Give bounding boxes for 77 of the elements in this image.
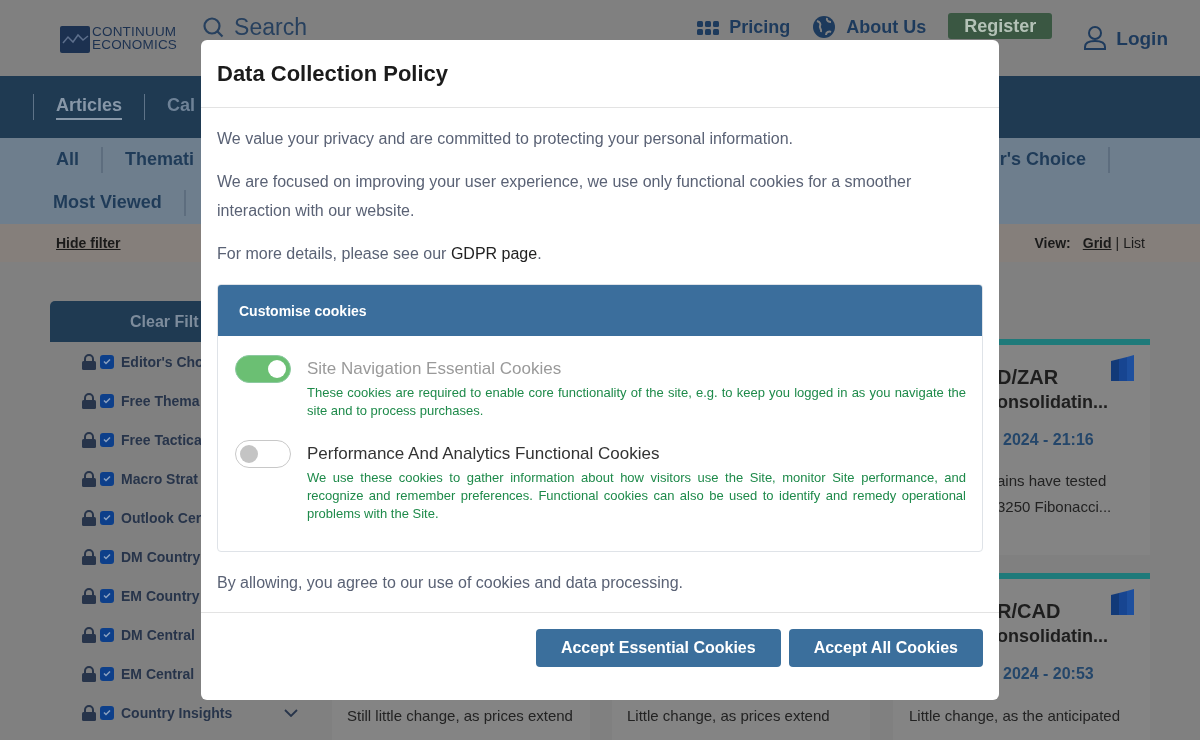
filter-label[interactable]: DM Central bbox=[121, 626, 195, 643]
paragraph: For more details, please see our GDPR page. bbox=[217, 244, 543, 264]
logo-text: CONTINUUM ECONOMICS bbox=[92, 25, 178, 51]
nav-tab[interactable]: Cal bbox=[167, 94, 196, 120]
user-icon bbox=[1084, 25, 1107, 51]
checkmark-icon bbox=[103, 670, 111, 677]
dialog-title: Data Collection Policy bbox=[217, 60, 449, 87]
filter-tab[interactable]: All bbox=[56, 149, 79, 170]
checkmark-icon bbox=[103, 709, 111, 716]
search-field[interactable]: Search bbox=[234, 15, 307, 39]
grid-icon bbox=[697, 19, 720, 35]
checkmark-icon bbox=[103, 631, 111, 638]
checkbox[interactable] bbox=[100, 666, 114, 681]
toggle-switch[interactable] bbox=[235, 440, 291, 468]
view-label: View: bbox=[1034, 235, 1071, 251]
checkbox[interactable] bbox=[100, 705, 114, 720]
checkmark-icon bbox=[103, 436, 111, 443]
checkbox[interactable] bbox=[100, 549, 114, 564]
bar-chart-icon bbox=[1111, 355, 1134, 381]
search-icon bbox=[203, 16, 225, 38]
checkbox[interactable] bbox=[100, 510, 114, 525]
nav-link[interactable]: About Us bbox=[846, 18, 927, 36]
nav-link[interactable]: Pricing bbox=[729, 18, 791, 36]
checkbox[interactable] bbox=[100, 627, 114, 642]
nav-tab[interactable]: Articles bbox=[56, 94, 123, 120]
option-label: Performance And Analytics Functional Cookies bbox=[307, 443, 661, 465]
card-title: D/ZAR bbox=[997, 365, 1059, 389]
filter-label[interactable]: DM Country bbox=[121, 548, 201, 565]
paragraph: We value your privacy and are committed to protecting your personal information. bbox=[217, 129, 794, 149]
separator: | bbox=[1115, 235, 1120, 251]
gdpr-link[interactable]: GDPR page bbox=[450, 245, 538, 262]
checkbox[interactable] bbox=[100, 588, 114, 603]
hide-filter-link[interactable]: Hide filter bbox=[56, 235, 121, 251]
bar-chart-icon bbox=[1111, 589, 1134, 615]
checkbox[interactable] bbox=[100, 354, 114, 369]
card-summary: ains have tested 3250 Fibonacci... bbox=[997, 471, 1113, 517]
filter-label[interactable]: Free Tactica bbox=[121, 431, 202, 448]
card-summary: Little change, as prices extend bbox=[626, 706, 831, 726]
checkmark-icon bbox=[103, 553, 111, 560]
option-label: Site Navigation Essential Cookies bbox=[307, 358, 563, 380]
view-option[interactable]: Grid bbox=[1082, 235, 1112, 251]
checkmark-icon bbox=[103, 475, 111, 482]
paragraph: We are focused on improving your user experience, we use only functional cookies for a smoother interaction with our website. bbox=[217, 172, 913, 221]
filter-tab[interactable]: Most Viewed bbox=[53, 192, 162, 213]
card-date: 2024 - 21:16 bbox=[1002, 431, 1095, 449]
card-title: R/CAD bbox=[997, 599, 1061, 623]
register-button[interactable]: Register bbox=[948, 13, 1053, 39]
consent-note: By allowing, you agree to our use of cookies and data processing. bbox=[217, 573, 685, 593]
option-description: These cookies are required to enable core functionality of the site, e.g. to keep you logged in as you navigate the site and to process purchases. bbox=[307, 384, 966, 420]
filter-tab[interactable]: Themati bbox=[125, 149, 195, 170]
checkmark-icon bbox=[103, 397, 111, 404]
panel-header: Customise cookies bbox=[218, 285, 982, 336]
checkmark-icon bbox=[103, 592, 111, 599]
filter-label[interactable]: Macro Strat bbox=[121, 470, 199, 487]
filter-label[interactable]: EM Country bbox=[121, 587, 200, 604]
login-link[interactable]: Login bbox=[1116, 28, 1168, 48]
card-summary: Little change, as the anticipated bbox=[909, 706, 1120, 726]
accept-button[interactable]: Accept Essential Cookies bbox=[535, 629, 781, 667]
checkmark-icon bbox=[103, 358, 111, 365]
option-description: We use these cookies to gather information about how visitors use the Site, monitor Site performance, and recognize and remember preferences. Functional cookies can also be used to identify and remedy operational problems with the Site. bbox=[307, 469, 966, 523]
checkmark-icon bbox=[103, 514, 111, 521]
card-summary: Still little change, as prices extend bbox=[346, 706, 574, 726]
view-option[interactable]: List bbox=[1123, 235, 1145, 251]
checkbox[interactable] bbox=[100, 471, 114, 486]
accept-button[interactable]: Accept All Cookies bbox=[788, 629, 983, 667]
filter-tab[interactable]: r's Choice bbox=[999, 149, 1086, 170]
filter-label[interactable]: Free Thema bbox=[121, 392, 200, 409]
globe-icon bbox=[812, 15, 837, 39]
card-subtitle: onsolidatin... bbox=[997, 626, 1109, 647]
card-subtitle: onsolidatin... bbox=[997, 392, 1109, 413]
filter-label[interactable]: EM Central bbox=[121, 665, 195, 682]
filter-label[interactable]: Outlook Cer bbox=[121, 509, 202, 526]
checkbox[interactable] bbox=[100, 432, 114, 447]
filter-label[interactable]: Country Insights bbox=[121, 704, 233, 721]
card-date: 2024 - 20:53 bbox=[1002, 665, 1095, 683]
logo-icon bbox=[60, 23, 90, 53]
checkbox[interactable] bbox=[100, 393, 114, 408]
